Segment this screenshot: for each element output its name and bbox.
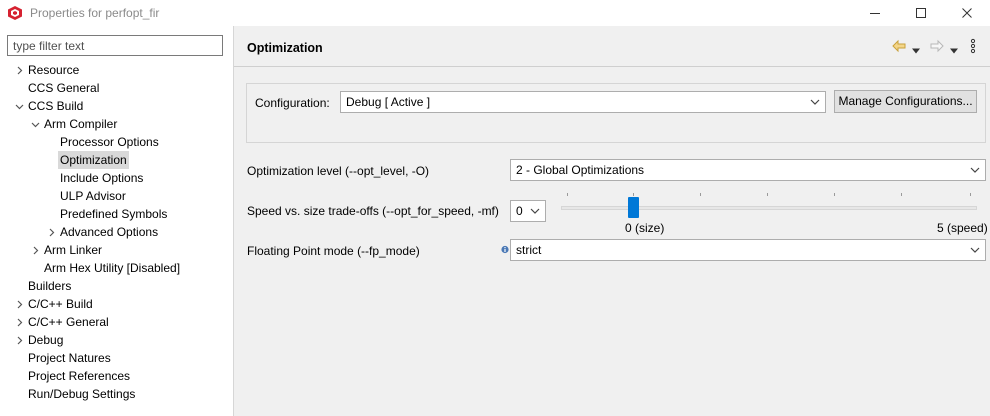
manage-configurations-button[interactable]: Manage Configurations...	[834, 90, 977, 113]
speed-size-value: 0	[516, 204, 523, 218]
tree-item[interactable]: Processor Options	[0, 133, 233, 151]
speed-size-slider-track[interactable]	[561, 206, 977, 210]
fp-mode-value: strict	[516, 243, 542, 257]
tree-item-label: Project Natures	[28, 351, 111, 365]
maximize-icon	[916, 8, 926, 18]
chevron-down-icon	[530, 208, 540, 214]
tree-item[interactable]: ULP Advisor	[0, 187, 233, 205]
tree-item[interactable]: Advanced Options	[0, 223, 233, 241]
tree-item-label: Arm Compiler	[44, 117, 118, 131]
chevron-right-icon[interactable]	[13, 331, 25, 349]
filter-input[interactable]	[7, 35, 223, 56]
chevron-right-icon[interactable]	[13, 295, 25, 313]
tree-item[interactable]: Optimization	[0, 151, 233, 169]
chevron-right-icon[interactable]	[29, 241, 41, 259]
tree-item-label: CCS General	[28, 81, 100, 95]
ccs-app-icon	[8, 6, 22, 20]
slider-tick	[633, 193, 634, 196]
tree-item-label: Arm Hex Utility [Disabled]	[44, 261, 181, 275]
minimize-button[interactable]	[852, 0, 898, 26]
opt-level-select[interactable]: 2 - Global Optimizations	[510, 159, 986, 181]
tree-item[interactable]: Resource	[0, 61, 233, 79]
chevron-right-icon[interactable]	[45, 223, 57, 241]
tree-item[interactable]: Predefined Symbols	[0, 205, 233, 223]
opt-level-label: Optimization level (--opt_level, -O)	[247, 164, 430, 178]
view-menu-icon[interactable]	[970, 38, 976, 54]
speed-size-slider-thumb[interactable]	[628, 197, 639, 218]
chevron-down-icon[interactable]	[29, 115, 41, 133]
tree-item[interactable]: Debug	[0, 331, 233, 349]
back-arrow-icon[interactable]	[891, 38, 907, 54]
tree-item-label: ULP Advisor	[60, 189, 126, 203]
slider-tick	[970, 193, 971, 196]
tree-item-label: Resource	[28, 63, 80, 77]
back-dropdown-icon[interactable]	[912, 43, 920, 59]
chevron-down-icon	[970, 247, 980, 253]
tree-item-label: C/C++ General	[28, 315, 109, 329]
chevron-down-icon	[970, 167, 980, 173]
tree-item-label: Builders	[28, 279, 72, 293]
tree-item-label: Project References	[28, 369, 131, 383]
property-page-panel: Optimization Configuration: Debug [ Acti…	[234, 26, 990, 416]
slider-tick	[767, 193, 768, 196]
tree-item[interactable]: Project Natures	[0, 349, 233, 367]
info-icon[interactable]	[501, 245, 509, 254]
tree-item[interactable]: CCS General	[0, 79, 233, 97]
chevron-right-icon[interactable]	[13, 313, 25, 331]
tree-item-label: C/C++ Build	[28, 297, 93, 311]
speed-size-label: Speed vs. size trade-offs (--opt_for_spe…	[247, 204, 499, 218]
tree-item-label: Run/Debug Settings	[28, 387, 136, 401]
configuration-value: Debug [ Active ]	[346, 95, 431, 109]
chevron-down-icon[interactable]	[13, 97, 25, 115]
tree-item[interactable]: CCS Build	[0, 97, 233, 115]
minimize-icon	[870, 13, 880, 14]
window-title: Properties for perfopt_fir	[30, 6, 160, 20]
slider-tick	[567, 193, 568, 196]
tree-item-label: Arm Linker	[44, 243, 103, 257]
fp-mode-select[interactable]: strict	[510, 239, 986, 261]
page-title: Optimization	[247, 41, 323, 55]
close-button[interactable]	[944, 0, 990, 26]
title-bar: Properties for perfopt_fir	[0, 0, 990, 26]
slider-tick	[901, 193, 902, 196]
tree-item[interactable]: Arm Linker	[0, 241, 233, 259]
speed-size-select[interactable]: 0	[510, 200, 546, 222]
tree-item-label: Advanced Options	[60, 225, 159, 239]
header-separator	[234, 66, 990, 67]
tree-item[interactable]: C/C++ Build	[0, 295, 233, 313]
tree-item-label: Debug	[28, 333, 64, 347]
slider-max-label: 5 (speed)	[937, 221, 988, 235]
slider-min-label: 0 (size)	[625, 221, 665, 235]
tree-item-label: Predefined Symbols	[60, 207, 168, 221]
slider-tick	[700, 193, 701, 196]
tree-item-label: Optimization	[58, 151, 129, 169]
tree-item[interactable]: Builders	[0, 277, 233, 295]
opt-level-value: 2 - Global Optimizations	[516, 163, 645, 177]
chevron-down-icon	[810, 99, 820, 105]
tree-item-label: Include Options	[60, 171, 144, 185]
fp-mode-label: Floating Point mode (--fp_mode)	[247, 244, 420, 258]
tree-item[interactable]: Arm Compiler	[0, 115, 233, 133]
tree-item[interactable]: Run/Debug Settings	[0, 385, 233, 403]
left-navigation-panel: Resource CCS General CCS Build Arm Compiler…	[0, 26, 233, 416]
maximize-button[interactable]	[898, 0, 944, 26]
forward-dropdown-icon[interactable]	[950, 43, 958, 59]
chevron-right-icon[interactable]	[13, 61, 25, 79]
forward-arrow-icon[interactable]	[929, 38, 945, 54]
close-icon	[962, 8, 972, 18]
slider-tick	[834, 193, 835, 196]
tree-item-label: Processor Options	[60, 135, 159, 149]
configuration-select[interactable]: Debug [ Active ]	[340, 91, 826, 113]
tree-item-label: CCS Build	[28, 99, 84, 113]
tree-item[interactable]: C/C++ General	[0, 313, 233, 331]
tree-item[interactable]: Include Options	[0, 169, 233, 187]
tree-item[interactable]: Project References	[0, 367, 233, 385]
tree-item[interactable]: Arm Hex Utility [Disabled]	[0, 259, 233, 277]
configuration-label: Configuration:	[255, 96, 330, 110]
